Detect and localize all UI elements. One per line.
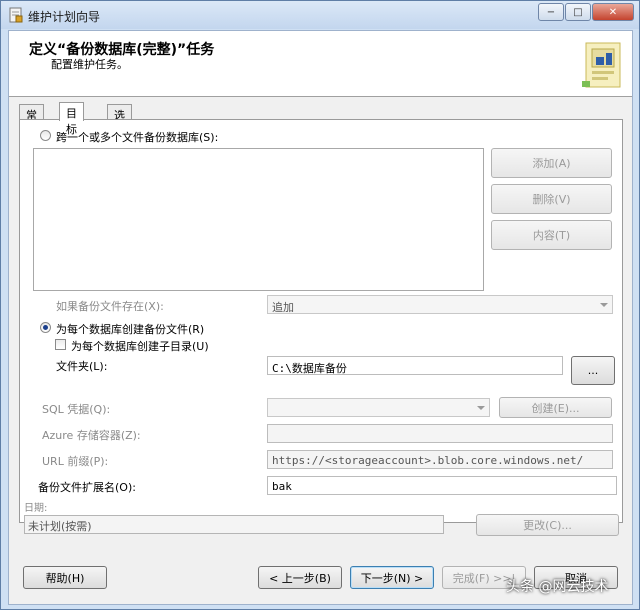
close-button[interactable]: ✕ <box>592 3 634 21</box>
next-button[interactable]: 下一步(N) > <box>350 566 434 589</box>
chevron-down-icon <box>600 303 608 307</box>
window-title: 维护计划向导 <box>28 10 101 24</box>
watermark-text: 头条 @网云技术 <box>506 579 609 595</box>
schedule-input: 未计划(按需) <box>24 515 444 534</box>
folder-label: 文件夹(L): <box>56 360 108 373</box>
page-subtitle: 配置维护任务。 <box>51 58 128 71</box>
remove-button[interactable]: 删除(V) <box>491 184 612 214</box>
wizard-app-icon <box>9 7 23 23</box>
wizard-header: 定义“备份数据库(完整)”任务 配置维护任务。 <box>9 31 632 97</box>
title-bar[interactable]: 维护计划向导 − □ ✕ <box>1 1 639 29</box>
add-button[interactable]: 添加(A) <box>491 148 612 178</box>
subdirectory-checkbox[interactable] <box>55 339 66 350</box>
destination-panel: 跨一个或多个文件备份数据库(S): 添加(A) 删除(V) 内容(T) 如果备份… <box>19 119 623 523</box>
wizard-banner-icon <box>582 42 621 88</box>
across-files-label: 跨一个或多个文件备份数据库(S): <box>56 131 219 144</box>
wizard-body: 定义“备份数据库(完整)”任务 配置维护任务。 常规 目标 选项 跨一个或多个文… <box>8 30 633 605</box>
azure-container-input[interactable] <box>267 424 613 443</box>
sql-credential-select[interactable] <box>267 398 490 417</box>
extension-input[interactable]: bak <box>267 476 617 495</box>
browse-button[interactable]: ... <box>571 356 615 385</box>
help-button[interactable]: 帮助(H) <box>23 566 107 589</box>
change-schedule-button[interactable]: 更改(C)... <box>476 514 619 536</box>
url-prefix-input[interactable]: https://<storageaccount>.blob.core.windo… <box>267 450 613 469</box>
subdirectory-label: 为每个数据库创建子目录(U) <box>71 340 209 353</box>
back-button[interactable]: < 上一步(B) <box>258 566 342 589</box>
tab-destination[interactable]: 目标 <box>59 102 84 136</box>
if-exists-select[interactable]: 追加 <box>267 295 613 314</box>
backup-files-list[interactable] <box>33 148 484 291</box>
maximize-button[interactable]: □ <box>565 3 591 21</box>
per-database-label: 为每个数据库创建备份文件(R) <box>56 323 205 336</box>
across-files-radio[interactable] <box>40 130 51 141</box>
contents-button[interactable]: 内容(T) <box>491 220 612 250</box>
per-database-radio[interactable] <box>40 322 51 333</box>
create-credential-button[interactable]: 创建(E)... <box>499 397 612 418</box>
if-exists-value: 追加 <box>272 301 294 314</box>
if-exists-label: 如果备份文件存在(X): <box>56 300 164 313</box>
schedule-label: 日期: <box>24 503 48 514</box>
chevron-down-icon <box>477 406 485 410</box>
azure-container-label: Azure 存储容器(Z): <box>42 429 141 442</box>
minimize-button[interactable]: − <box>538 3 564 21</box>
extension-label: 备份文件扩展名(O): <box>38 481 136 494</box>
url-prefix-label: URL 前缀(P): <box>42 455 109 468</box>
folder-input[interactable]: C:\数据库备份 <box>267 356 563 375</box>
sql-credential-label: SQL 凭据(Q): <box>42 403 111 416</box>
wizard-window: 维护计划向导 − □ ✕ 定义“备份数据库(完整)”任务 配置维护任务。 常规 … <box>0 0 640 610</box>
